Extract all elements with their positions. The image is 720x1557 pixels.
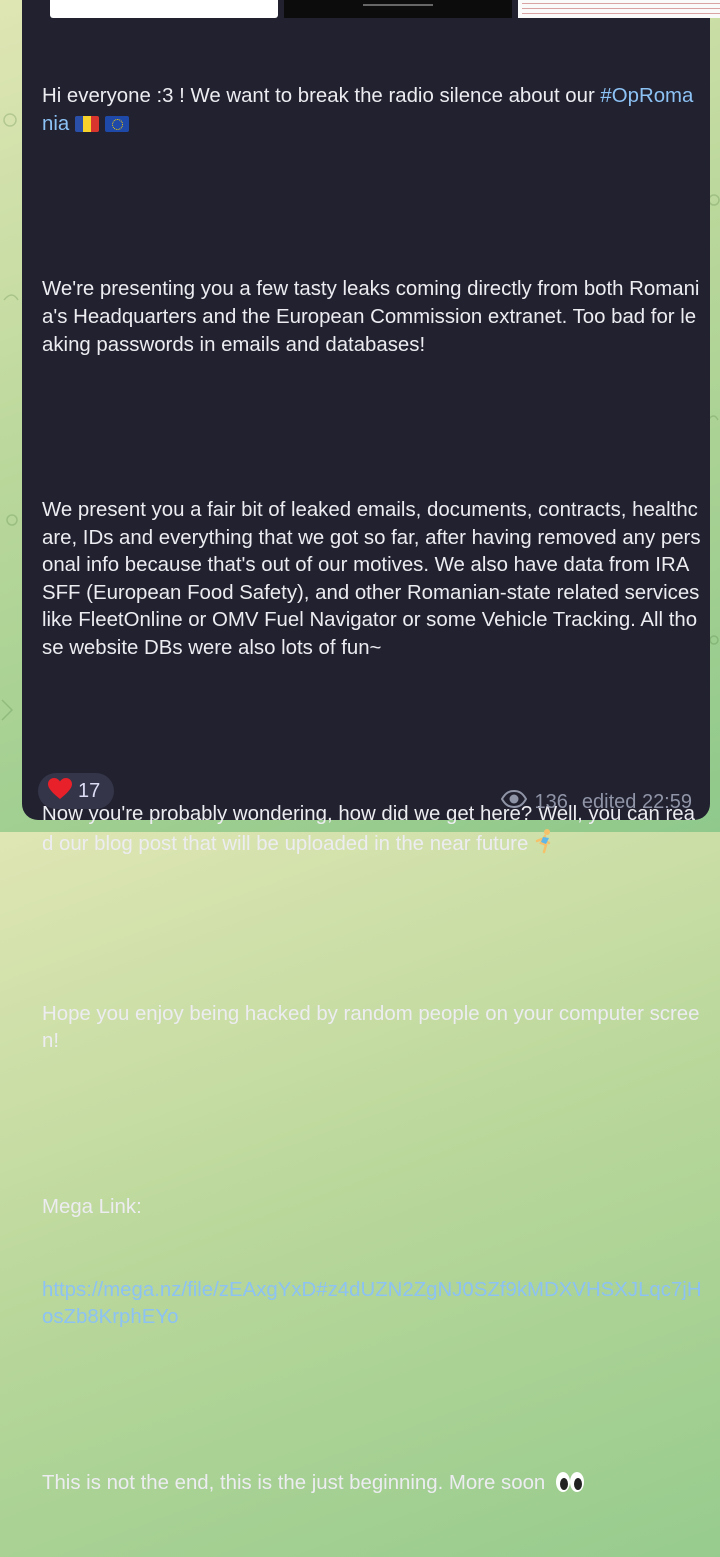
reaction-button[interactable]: 17 xyxy=(38,773,114,809)
view-count: 136 xyxy=(534,790,568,813)
message-meta: 136 edited 22:59 xyxy=(500,789,692,814)
running-person-icon xyxy=(532,828,556,863)
paragraph: We present you a fair bit of leaked emai… xyxy=(42,499,706,660)
romania-flag-icon xyxy=(75,115,100,132)
paragraph: This is not the end, this is the just be… xyxy=(42,1471,546,1494)
media-thumbnail[interactable] xyxy=(284,0,512,18)
heart-icon xyxy=(48,777,72,805)
eu-flag-icon xyxy=(105,115,130,132)
intro-text: Hi everyone :3 ! We want to break the ra… xyxy=(42,85,595,108)
media-preview-strip[interactable] xyxy=(22,0,720,18)
mega-label: Mega Link: xyxy=(42,1195,142,1218)
eyes-icon xyxy=(555,1471,585,1502)
edited-timestamp: edited 22:59 xyxy=(581,790,692,813)
message-bubble: Hi everyone :3 ! We want to break the ra… xyxy=(22,0,720,1494)
media-thumbnail[interactable] xyxy=(518,0,720,18)
media-thumbnail[interactable] xyxy=(50,0,278,18)
paragraph: Hope you enjoy being hacked by random pe… xyxy=(42,1002,700,1053)
mega-link[interactable]: https://mega.nz/file/zEAxgYxD#z4dUZN2ZgN… xyxy=(42,1277,702,1332)
eye-icon xyxy=(500,789,527,814)
reaction-count: 17 xyxy=(78,779,101,802)
paragraph: We're presenting you a few tasty leaks c… xyxy=(42,278,700,356)
